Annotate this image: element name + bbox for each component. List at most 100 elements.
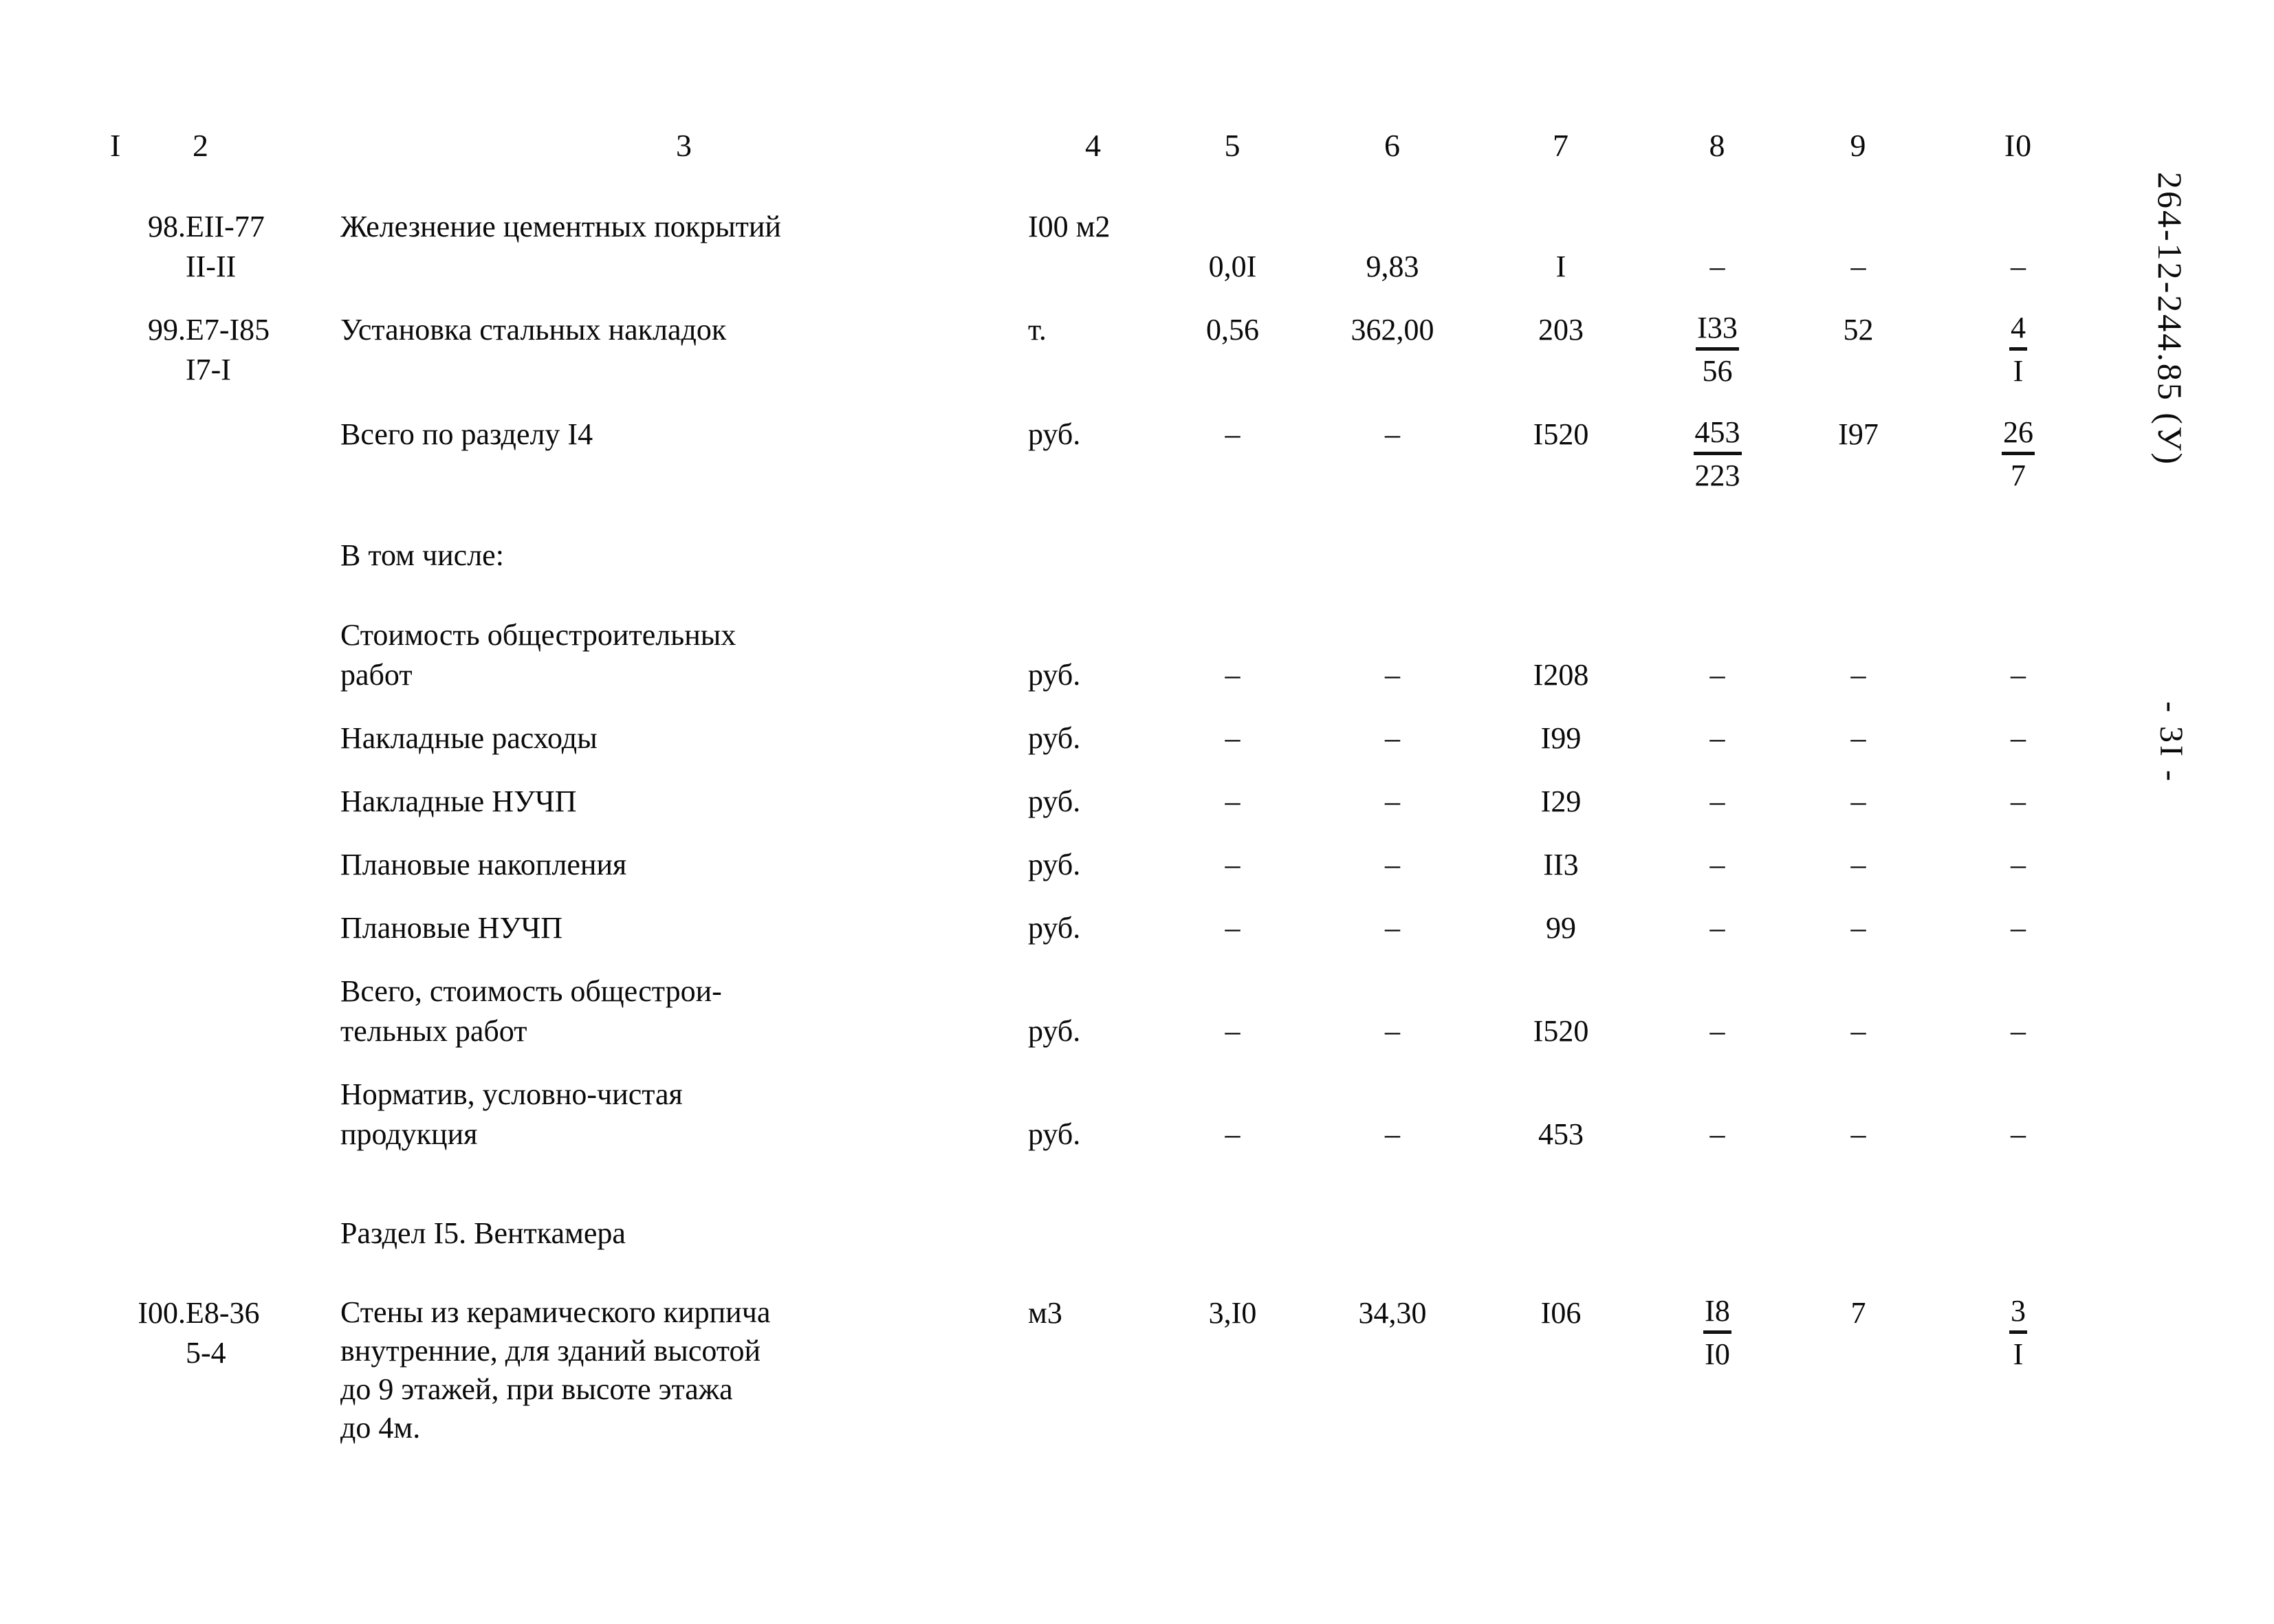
row-col9: –: [1850, 1014, 1866, 1048]
row-col9: 7: [1850, 1296, 1866, 1330]
row-description: Плановые накопления: [340, 848, 627, 881]
row-col6: –: [1385, 721, 1400, 755]
table-row: Всего, стоимость общестрои- тельных рабо…: [103, 972, 2111, 1051]
column-header-3: 3: [676, 128, 692, 163]
row-unit: I00 м2: [1028, 210, 1111, 243]
row-col5: [1159, 536, 1307, 575]
row-col9: –: [1850, 911, 1866, 945]
row-description: Установка стальных накладок: [340, 313, 727, 347]
spacer: [103, 695, 2111, 718]
row-col7: I99: [1540, 721, 1582, 755]
fraction-denominator: I: [2013, 354, 2024, 388]
column-header-1: I: [110, 128, 122, 163]
row-description: Стены из керамического кирпича внутренни…: [340, 1295, 771, 1445]
column-header-7: 7: [1553, 128, 1569, 163]
fraction-numerator: 4: [2009, 310, 2027, 351]
row-col9: –: [1850, 848, 1866, 881]
page-number-vertical: - 3I -: [2153, 701, 2189, 784]
row-col8: –: [1709, 721, 1725, 755]
row-unit: т.: [1028, 313, 1047, 347]
row-col8: I8 I0: [1643, 1293, 1791, 1447]
spacer: [103, 822, 2111, 845]
row-col9: –: [1850, 658, 1866, 692]
column-header-4: 4: [1085, 128, 1102, 163]
row-col9: –: [1850, 784, 1866, 818]
row-col5: 0,56: [1206, 313, 1259, 347]
table-row: Норматив, условно-чистая продукция руб. …: [103, 1075, 2111, 1154]
row-col7: I520: [1533, 417, 1589, 451]
row-code: [186, 972, 340, 1051]
row-description: Железнение цементных покрытий: [340, 210, 781, 243]
row-col7: I520: [1533, 1014, 1589, 1048]
row-col8: 453 223: [1643, 415, 1791, 496]
fraction-denominator: 7: [2011, 459, 2026, 492]
row-col8: –: [1709, 1014, 1725, 1048]
row-col5: 3,I0: [1208, 1296, 1257, 1330]
spacer: [103, 391, 2111, 415]
row-code: Е8-36 5-4: [186, 1296, 260, 1370]
row-code: Е7-I85 I7-I: [186, 313, 270, 386]
section-heading: Раздел I5. Венткамера: [340, 1216, 626, 1250]
row-col7: I06: [1540, 1296, 1582, 1330]
row-unit: руб.: [1028, 721, 1081, 755]
row-col9: –: [1850, 1117, 1866, 1151]
row-col8: I33 56: [1643, 310, 1791, 391]
fraction: 3 I: [2009, 1293, 2027, 1372]
estimate-sheet: I 2 3 4 5 6 7 8 9 I0 98. ЕII-77 II-II Же…: [103, 127, 2111, 1447]
fraction-denominator: 223: [1694, 459, 1740, 492]
row-index: 99.: [148, 313, 186, 347]
row-col10: –: [2011, 658, 2026, 692]
spacer: [103, 575, 2111, 615]
row-col6: –: [1385, 1014, 1400, 1048]
row-col8: –: [1709, 1117, 1725, 1151]
row-col6: [1307, 536, 1478, 575]
row-col6: 362,00: [1351, 313, 1434, 347]
row-col8: –: [1709, 658, 1725, 692]
row-col5: –: [1225, 784, 1240, 818]
document-code-vertical: 264-12-244.85 (У): [2151, 172, 2189, 467]
table-row: 99. Е7-I85 I7-I Установка стальных накла…: [103, 310, 2111, 391]
row-col6: 34,30: [1358, 1296, 1427, 1330]
row-description: Всего по разделу I4: [340, 417, 593, 451]
row-description: В том числе:: [340, 538, 504, 572]
fraction: I8 I0: [1703, 1293, 1731, 1372]
row-col10: [1925, 536, 2111, 575]
row-description: Норматив, условно-чистая продукция: [340, 1077, 683, 1151]
row-index: [103, 615, 186, 695]
spacer: [103, 948, 2111, 972]
spacer: [103, 758, 2111, 782]
spacer: [103, 287, 2111, 310]
column-header-10: I0: [2004, 128, 2033, 163]
row-col7: I: [1555, 250, 1566, 283]
row-index: [103, 536, 186, 575]
row-col7: 99: [1546, 911, 1576, 945]
spacer: [103, 496, 2111, 536]
row-col10: –: [2011, 1014, 2026, 1048]
row-description: Накладные расходы: [340, 721, 598, 755]
row-col8: –: [1709, 911, 1725, 945]
spacer: [103, 184, 2111, 207]
fraction-numerator: 3: [2009, 1293, 2027, 1334]
row-col6: –: [1385, 658, 1400, 692]
row-col9: –: [1850, 721, 1866, 755]
row-index: [103, 908, 186, 948]
row-col7: I208: [1533, 658, 1589, 692]
spacer: [103, 1154, 2111, 1214]
fraction: I33 56: [1696, 310, 1739, 389]
row-index: [103, 845, 186, 885]
fraction: 453 223: [1693, 415, 1742, 494]
column-header-2: 2: [193, 128, 209, 163]
row-unit: руб.: [1028, 417, 1081, 451]
row-col7: 203: [1538, 313, 1584, 347]
row-col7: I29: [1540, 784, 1582, 818]
table-row: Стоимость общестроительных работ руб. – …: [103, 615, 2111, 695]
row-col9: 52: [1843, 313, 1874, 347]
row-code: [186, 782, 340, 822]
fraction-numerator: I33: [1696, 310, 1739, 351]
row-col5: 0,0I: [1208, 250, 1257, 283]
column-header-6: 6: [1384, 128, 1401, 163]
column-header-5: 5: [1224, 128, 1241, 163]
row-col10: –: [2011, 848, 2026, 881]
row-unit: руб.: [1028, 784, 1081, 818]
row-col5: –: [1225, 848, 1240, 881]
